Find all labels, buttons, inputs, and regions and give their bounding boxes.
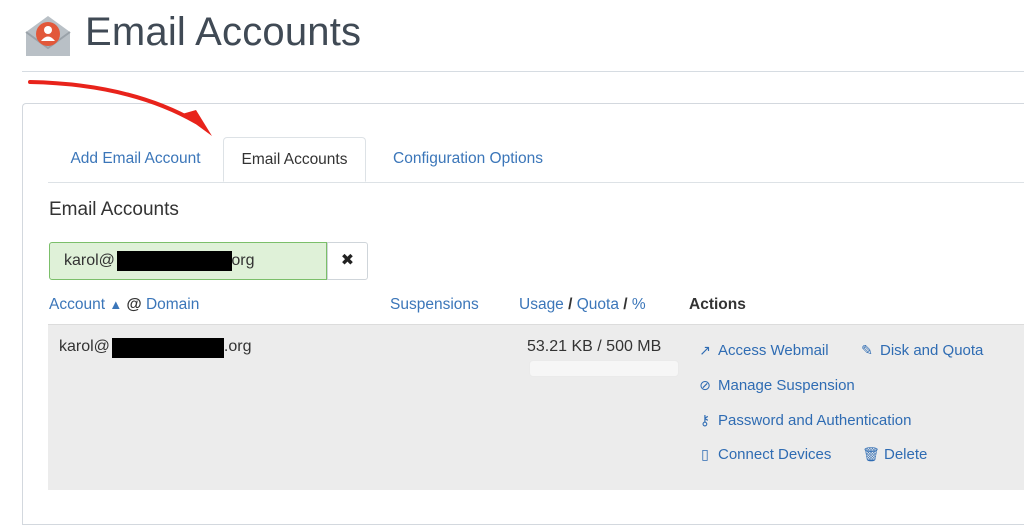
email-prefix: karol@ bbox=[59, 338, 110, 355]
domain-sort-link[interactable]: Domain bbox=[146, 296, 199, 313]
action-label: Delete bbox=[884, 446, 928, 463]
page-header: Email Accounts bbox=[0, 0, 1024, 72]
usage-progress-bar bbox=[529, 360, 679, 377]
disk-and-quota-link[interactable]: ✎ Disk and Quota bbox=[858, 342, 983, 359]
redaction-bar bbox=[112, 338, 224, 358]
manage-suspension-link[interactable]: ⊘ Manage Suspension bbox=[696, 377, 855, 394]
column-header-account[interactable]: Account ▲ @ Domain bbox=[49, 296, 199, 314]
usage-text: 53.21 KB / 500 MB bbox=[527, 338, 662, 355]
tab-configuration-options[interactable]: Configuration Options bbox=[378, 137, 558, 181]
account-sort-link[interactable]: Account bbox=[49, 296, 105, 313]
column-header-usage: Usage / Quota / % bbox=[519, 296, 646, 314]
usage-sort-link[interactable]: Usage bbox=[519, 296, 564, 313]
times-icon: ✖ bbox=[340, 252, 355, 269]
quota-sort-link[interactable]: Quota bbox=[577, 296, 619, 313]
at-symbol: @ bbox=[126, 296, 142, 313]
tab-add-email-account[interactable]: Add Email Account bbox=[48, 137, 223, 181]
header-divider bbox=[22, 71, 1024, 72]
action-label: Access Webmail bbox=[718, 342, 829, 359]
key-icon: ⚷ bbox=[699, 412, 711, 428]
delete-link[interactable]: 🗑 Delete bbox=[862, 446, 927, 463]
action-label: Disk and Quota bbox=[880, 342, 984, 359]
connect-devices-link[interactable]: ▯ Connect Devices bbox=[696, 446, 831, 463]
percent-sort-link[interactable]: % bbox=[632, 296, 646, 313]
separator: / bbox=[568, 296, 573, 313]
sort-ascending-icon: ▲ bbox=[109, 297, 123, 312]
column-header-actions: Actions bbox=[689, 296, 746, 313]
action-label: Manage Suspension bbox=[718, 377, 855, 394]
trash-icon: 🗑 bbox=[862, 446, 880, 462]
email-suffix: .org bbox=[223, 338, 252, 355]
clear-search-button[interactable]: ✖ bbox=[327, 242, 368, 280]
mobile-icon: ▯ bbox=[701, 446, 709, 462]
tab-email-accounts[interactable]: Email Accounts bbox=[223, 137, 366, 182]
pencil-icon: ✎ bbox=[861, 342, 873, 358]
redaction-bar bbox=[117, 251, 232, 271]
column-header-suspensions[interactable]: Suspensions bbox=[390, 296, 479, 314]
page-title: Email Accounts bbox=[85, 10, 362, 54]
envelope-user-icon bbox=[25, 16, 71, 56]
access-webmail-link[interactable]: ↗ Access Webmail bbox=[696, 342, 829, 359]
separator: / bbox=[623, 296, 628, 313]
action-label: Password and Authentication bbox=[718, 412, 912, 429]
action-label: Connect Devices bbox=[718, 446, 832, 463]
tab-bar: Add Email Account Email Accounts Configu… bbox=[48, 137, 1024, 183]
external-link-icon: ↗ bbox=[699, 342, 711, 358]
ban-icon: ⊘ bbox=[699, 377, 711, 393]
password-and-authentication-link[interactable]: ⚷ Password and Authentication bbox=[696, 412, 912, 429]
section-title: Email Accounts bbox=[49, 199, 179, 220]
